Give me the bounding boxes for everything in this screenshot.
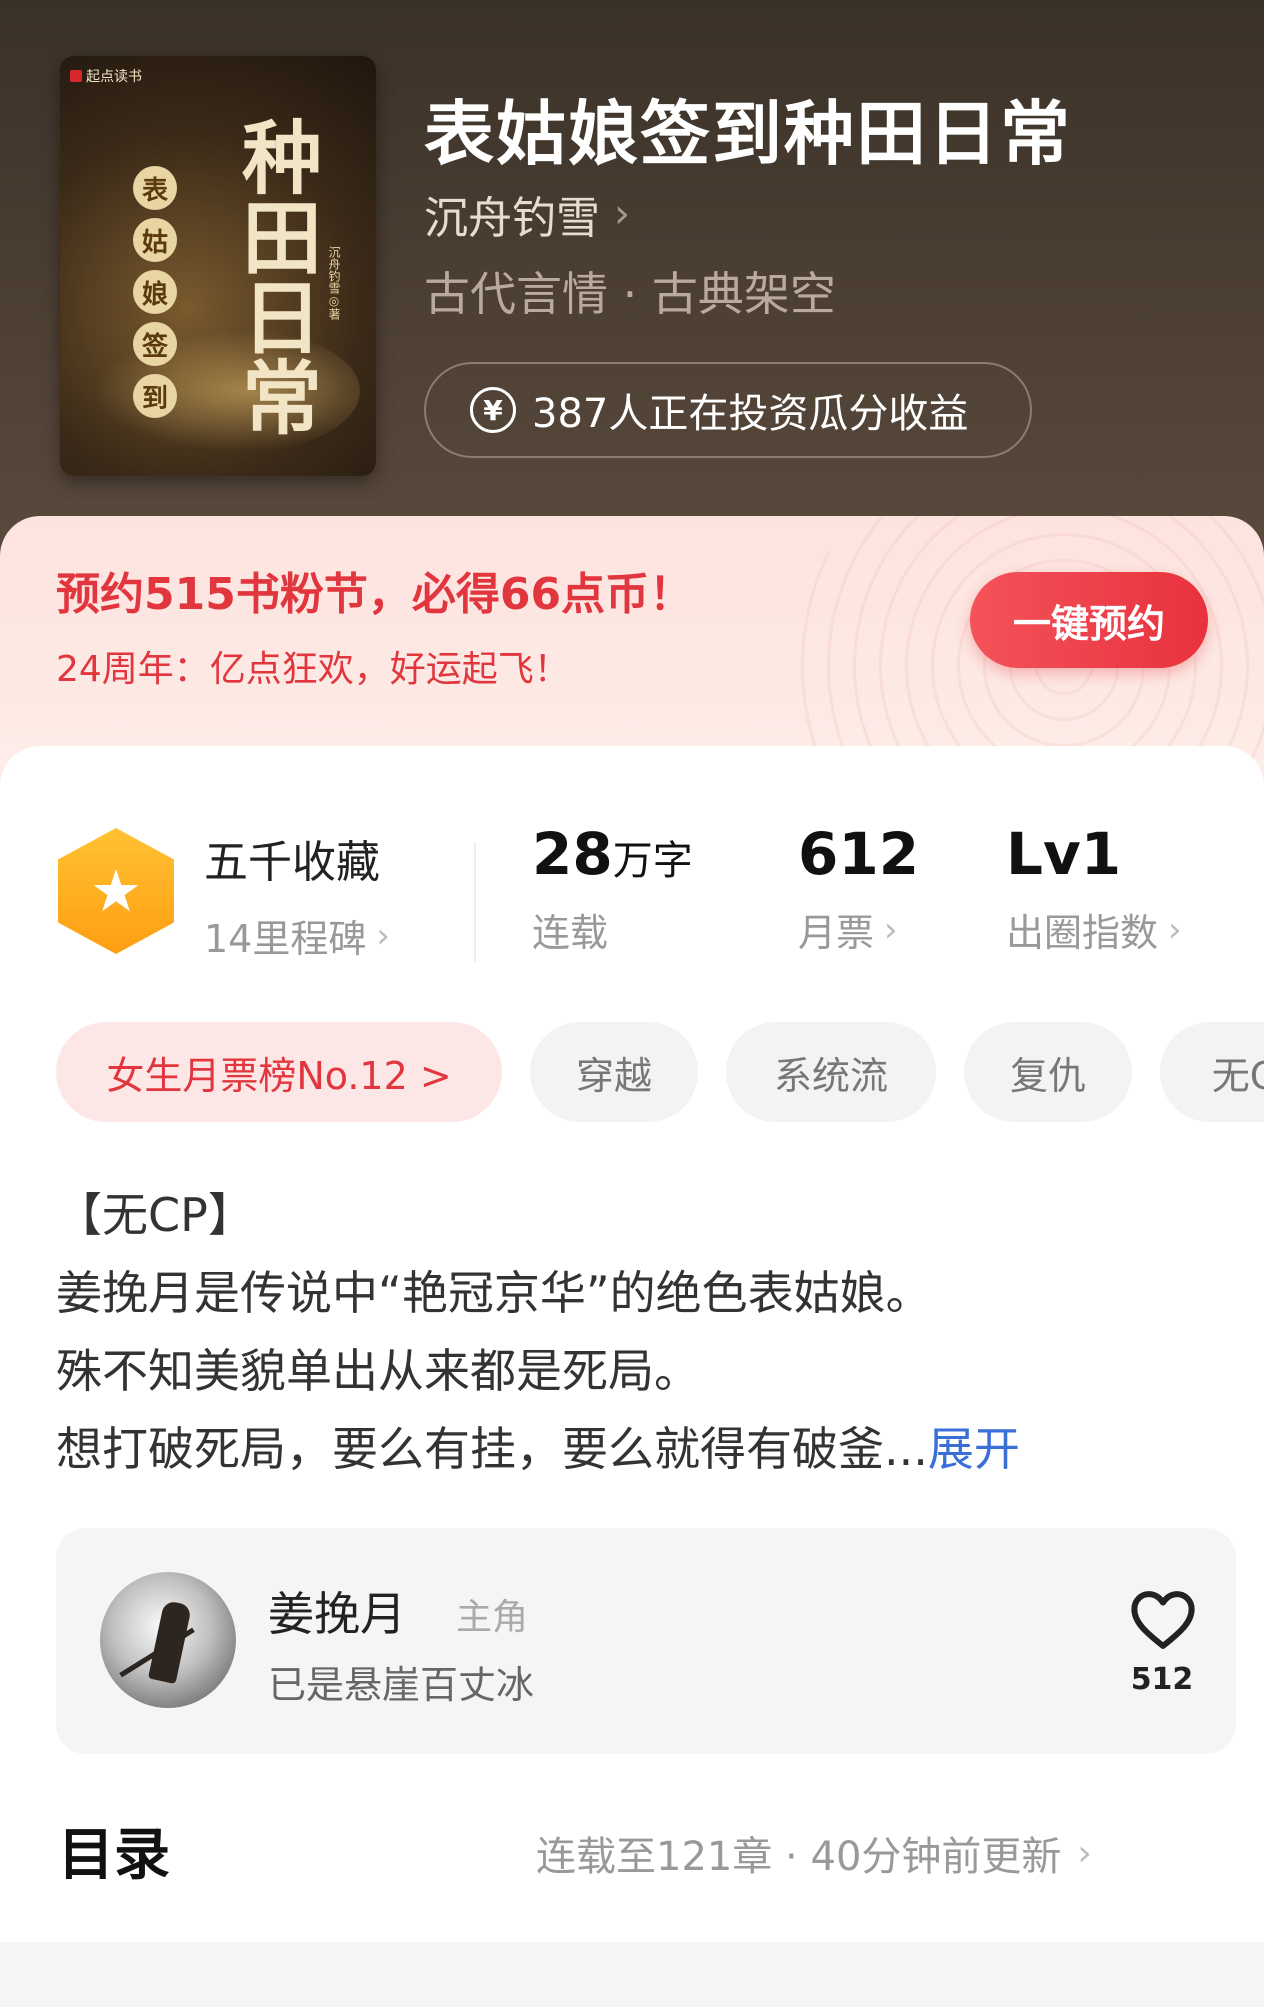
character-quote: 已是悬崖百丈冰 [268,1663,535,1707]
yen-coin-icon: ¥ [470,387,516,433]
character-name: 姜挽月 [268,1587,406,1641]
tag-chip[interactable]: 系统流 [726,1022,936,1122]
word-count-unit: 万字 [612,838,693,884]
cover-subtitle-char: 到 [133,374,177,418]
character-card[interactable]: 姜挽月 主角 已是悬崖百丈冰 512 [56,1528,1236,1754]
character-role: 主角 [456,1597,529,1638]
book-header: 起点读书 种田日常 表 姑 娘 签 到 沉舟钓雪◎著 表姑娘签到种田日常 沉舟钓… [0,0,1264,560]
tag-ranking[interactable]: 女生月票榜No.12 > [56,1022,502,1122]
toc-title: 目录 [58,1823,170,1888]
cover-brand: 起点读书 [70,66,142,86]
book-description[interactable]: 【无CP】 姜挽月是传说中“艳冠京华”的绝色表姑娘。 殊不知美貌单出从来都是死局… [56,1176,1216,1488]
cover-subtitle-char: 表 [133,166,177,210]
character-avatar [100,1572,236,1708]
like-count: 512 [1130,1662,1194,1697]
cover-author: 沉舟钓雪◎著 [327,246,341,320]
chevron-right-icon: › [376,915,390,956]
popularity-index-stat[interactable]: Lv1 出圈指数 › [1006,820,1182,957]
tag-chip[interactable]: 无C [1160,1022,1264,1122]
word-count: 28 [532,820,613,888]
book-title: 表姑娘签到种田日常 [424,93,1072,175]
monthly-ticket-count: 612 [798,820,920,888]
section-separator [0,1942,1264,2007]
popularity-level: Lv1 [1006,820,1122,888]
chevron-right-icon: › [1077,1832,1092,1874]
chevron-right-icon: › [614,191,630,237]
collection-title: 五千收藏 [204,837,380,888]
popularity-label: 出圈指数 [1006,911,1159,955]
collection-milestone[interactable]: 五千收藏 14里程碑 › [204,826,390,963]
invest-text: 387人正在投资瓜分收益 [532,391,969,437]
stats-divider [474,842,476,962]
promo-subtitle: 24周年：亿点狂欢，好运起飞！ [56,649,570,690]
cover-subtitle-char: 签 [133,322,177,366]
author-name: 沉舟钓雪 [424,193,600,244]
chevron-right-icon: › [884,909,898,950]
monthly-ticket-label: 月票 [798,911,875,955]
tag-chip[interactable]: 复仇 [964,1022,1132,1122]
serial-status: 连载 [532,911,609,955]
tag-chip[interactable]: 穿越 [530,1022,698,1122]
invest-button[interactable]: ¥ 387人正在投资瓜分收益 [424,362,1032,458]
chevron-right-icon: › [1168,909,1182,950]
cover-title: 种田日常 [229,116,323,436]
monthly-ticket-stat[interactable]: 612 月票 › [798,820,919,957]
star-badge-icon: ★ [58,828,174,954]
expand-link[interactable]: 展开 [928,1422,1020,1476]
toc-update-info: 连载至121章 · 40分钟前更新 [536,1834,1062,1880]
genre-label: 古代言情 · 古典架空 [424,267,836,321]
cover-subtitle: 表 姑 娘 签 到 [130,166,180,418]
description-line: 想打破死局，要么有挂，要么就得有破釜... [56,1422,928,1476]
word-count-stat: 28万字 连载 [532,820,693,957]
book-detail-card: ★ 五千收藏 14里程碑 › 28万字 连载 612 月票 › Lv1 出圈指数 ›… [0,746,1264,2007]
cover-subtitle-char: 姑 [133,218,177,262]
milestone-count: 14里程碑 [204,917,367,961]
description-line: 【无CP】 [56,1188,254,1242]
author-link[interactable]: 沉舟钓雪 › [424,182,630,246]
cover-subtitle-char: 娘 [133,270,177,314]
heart-icon[interactable] [1130,1590,1196,1650]
reserve-button[interactable]: 一键预约 [970,572,1208,668]
toc-link[interactable]: 连载至121章 · 40分钟前更新 › [536,1824,1092,1882]
cover-brand-text: 起点读书 [86,69,142,85]
promo-title: 预约515书粉节，必得66点币！ [56,569,694,620]
book-cover[interactable]: 起点读书 种田日常 表 姑 娘 签 到 沉舟钓雪◎著 [60,56,376,476]
description-line: 殊不知美貌单出从来都是死局。 [56,1344,700,1398]
tag-list: 女生月票榜No.12 > 穿越 系统流 复仇 无C [56,1022,1264,1122]
description-line: 姜挽月是传说中“艳冠京华”的绝色表姑娘。 [56,1266,932,1320]
brand-logo-icon [70,70,82,82]
